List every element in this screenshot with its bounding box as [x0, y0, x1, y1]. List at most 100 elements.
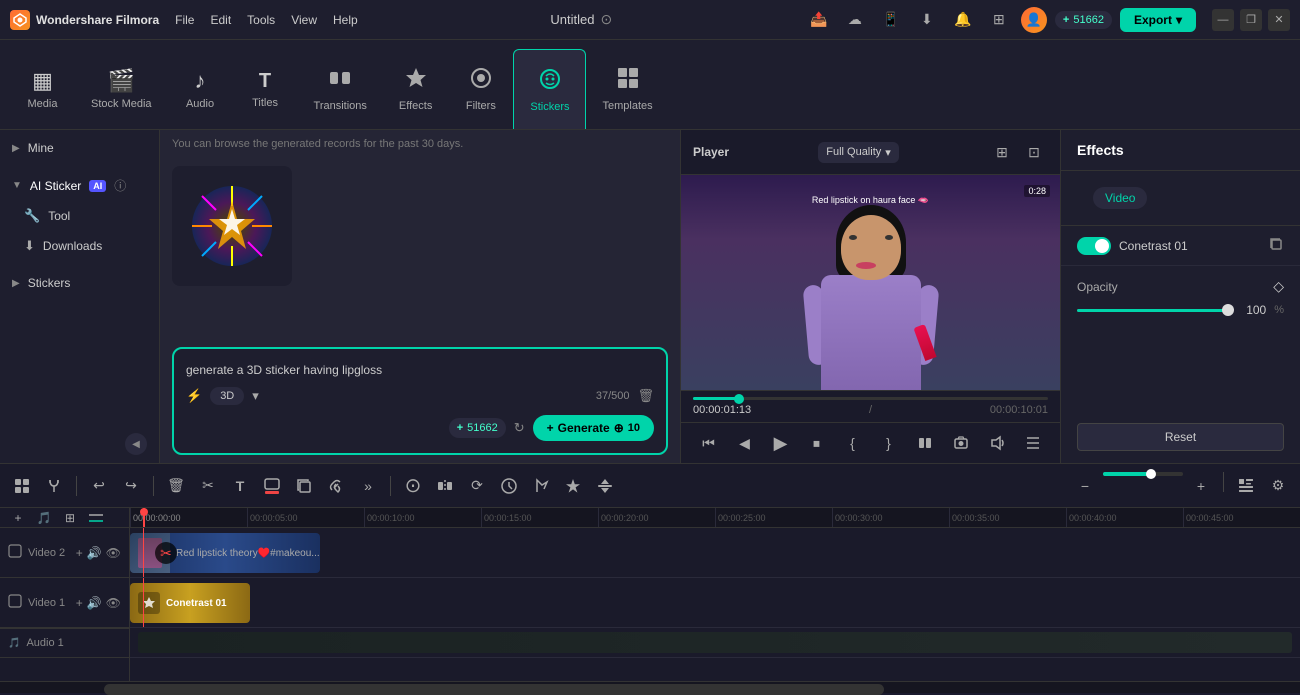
loop-button[interactable]: ⟳: [463, 472, 491, 500]
text-button[interactable]: T: [226, 472, 254, 500]
cloud-icon[interactable]: ☁: [841, 6, 869, 34]
more-tools-button[interactable]: »: [354, 472, 382, 500]
delete-prompt-icon[interactable]: 🗑: [637, 388, 654, 404]
add-audio-track-button[interactable]: 🎵: [34, 508, 54, 528]
zoom-slider[interactable]: [1103, 472, 1183, 476]
ripple-edit-button[interactable]: [911, 429, 939, 457]
prev-frame-button[interactable]: ◀: [731, 429, 759, 457]
export-button[interactable]: Export ▾: [1120, 8, 1196, 32]
redo-button[interactable]: ↪: [117, 472, 145, 500]
minimize-button[interactable]: —: [1212, 9, 1234, 31]
mark-out-button[interactable]: }: [875, 429, 903, 457]
tab-audio[interactable]: ♪ Audio: [168, 49, 233, 129]
tab-titles[interactable]: T Titles: [233, 49, 298, 129]
grid-options-button[interactable]: [1232, 472, 1260, 500]
generate-prompt-input[interactable]: [186, 363, 654, 377]
clip-tools-button[interactable]: ⊙: [399, 472, 427, 500]
track-eye-icon[interactable]: 👁: [106, 546, 121, 560]
magic-wand-icon[interactable]: ⚡: [186, 388, 202, 404]
track-add-icon[interactable]: +: [76, 546, 83, 560]
tab-templates[interactable]: Templates: [586, 49, 668, 129]
info-icon[interactable]: ⓘ: [114, 177, 126, 194]
link-button[interactable]: [322, 472, 350, 500]
maximize-button[interactable]: ❐: [1240, 9, 1262, 31]
sidebar-item-mine[interactable]: ▶ Mine: [0, 134, 159, 162]
sidebar-item-downloads[interactable]: ⬇ Downloads: [0, 231, 159, 261]
scene-detection-button[interactable]: [8, 472, 36, 500]
cut-button[interactable]: ✂: [194, 472, 222, 500]
refresh-icon[interactable]: ↻: [514, 420, 525, 436]
magnetic-snap-button[interactable]: [40, 472, 68, 500]
timeline-scrollbar[interactable]: [0, 681, 1300, 693]
video1-effect-clip[interactable]: Conetrast 01: [130, 583, 250, 623]
more-tracks-button[interactable]: [86, 508, 106, 528]
ai-tools-button[interactable]: [591, 472, 619, 500]
tab-effects[interactable]: Effects: [383, 49, 448, 129]
notification-icon[interactable]: 🔔: [949, 6, 977, 34]
download-icon[interactable]: ⬇: [913, 6, 941, 34]
grid-view-icon[interactable]: ⊞: [988, 138, 1016, 166]
apps-icon[interactable]: ⊞: [985, 6, 1013, 34]
opacity-keyframe-icon[interactable]: ◇: [1273, 278, 1284, 295]
menu-file[interactable]: File: [175, 13, 194, 27]
quality-select[interactable]: Full Quality ▾: [818, 142, 899, 163]
fullscreen-icon[interactable]: ⊡: [1020, 138, 1048, 166]
skip-back-button[interactable]: ⏮: [695, 429, 723, 457]
add-pip-button[interactable]: ⊞: [60, 508, 80, 528]
mark-in-button[interactable]: {: [839, 429, 867, 457]
menu-view[interactable]: View: [291, 13, 317, 27]
opacity-slider[interactable]: [1077, 309, 1228, 312]
reset-button[interactable]: Reset: [1077, 423, 1284, 451]
menu-help[interactable]: Help: [333, 13, 358, 27]
snapshot-button[interactable]: [947, 429, 975, 457]
credits-button[interactable]: + 51662: [1055, 11, 1112, 29]
ai-denoise-button[interactable]: [559, 472, 587, 500]
progress-bar[interactable]: [693, 397, 1048, 400]
track-audio-icon[interactable]: 🔊: [87, 546, 102, 560]
share-icon[interactable]: 📤: [805, 6, 833, 34]
track-audio-icon2[interactable]: 🔊: [87, 596, 102, 610]
speed-button[interactable]: [495, 472, 523, 500]
generate-button[interactable]: + Generate ⊕ 10: [533, 415, 654, 441]
dropdown-icon[interactable]: ▾: [252, 388, 259, 404]
split-button[interactable]: [431, 472, 459, 500]
effects-video-tab[interactable]: Video: [1093, 187, 1147, 209]
stop-button[interactable]: ⏹: [803, 429, 831, 457]
copy-button[interactable]: [290, 472, 318, 500]
tab-transitions[interactable]: Transitions: [298, 49, 383, 129]
more-button[interactable]: [1019, 429, 1047, 457]
avatar-icon[interactable]: 👤: [1021, 7, 1047, 33]
add-track-button[interactable]: +: [8, 508, 28, 528]
settings-button[interactable]: ⚙: [1264, 472, 1292, 500]
track-add-icon2[interactable]: +: [76, 596, 83, 610]
style-tag[interactable]: 3D: [210, 387, 244, 405]
delete-button[interactable]: 🗑: [162, 472, 190, 500]
tab-stickers[interactable]: Stickers: [513, 49, 586, 129]
sidebar-item-ai-sticker[interactable]: ▼ AI Sticker AI ⓘ: [0, 170, 159, 201]
undo-button[interactable]: ↩: [85, 472, 113, 500]
track-eye-icon2[interactable]: 👁: [106, 596, 121, 610]
menu-tools[interactable]: Tools: [247, 13, 275, 27]
zoom-out-button[interactable]: −: [1071, 472, 1099, 500]
sidebar-item-stickers[interactable]: ▶ Stickers: [0, 269, 159, 297]
tab-media[interactable]: ▦ Media: [10, 49, 75, 129]
generate-controls: ⚡ 3D ▾: [186, 387, 259, 405]
credits-mini[interactable]: + 51662: [449, 418, 506, 438]
video2-clip[interactable]: Red lipstick theory♥️#makeou... ✂: [130, 533, 320, 573]
volume-button[interactable]: [983, 429, 1011, 457]
tab-filters[interactable]: Filters: [448, 49, 513, 129]
zoom-in-button[interactable]: +: [1187, 472, 1215, 500]
sticker-item-1[interactable]: [172, 166, 292, 286]
sidebar-collapse-button[interactable]: ◀: [125, 433, 147, 455]
color-button[interactable]: [258, 472, 286, 500]
tab-stock-media[interactable]: 🎬 Stock Media: [75, 49, 168, 129]
close-button[interactable]: ✕: [1268, 9, 1290, 31]
menu-edit[interactable]: Edit: [210, 13, 231, 27]
clip-color-button[interactable]: [527, 472, 555, 500]
effect-toggle-switch[interactable]: [1077, 237, 1111, 255]
play-button[interactable]: ▶: [767, 429, 795, 457]
phone-icon[interactable]: 📱: [877, 6, 905, 34]
sidebar-item-tool[interactable]: 🔧 Tool: [0, 201, 159, 231]
effect-copy-icon[interactable]: [1268, 236, 1284, 255]
scrollbar-thumb[interactable]: [104, 684, 884, 695]
